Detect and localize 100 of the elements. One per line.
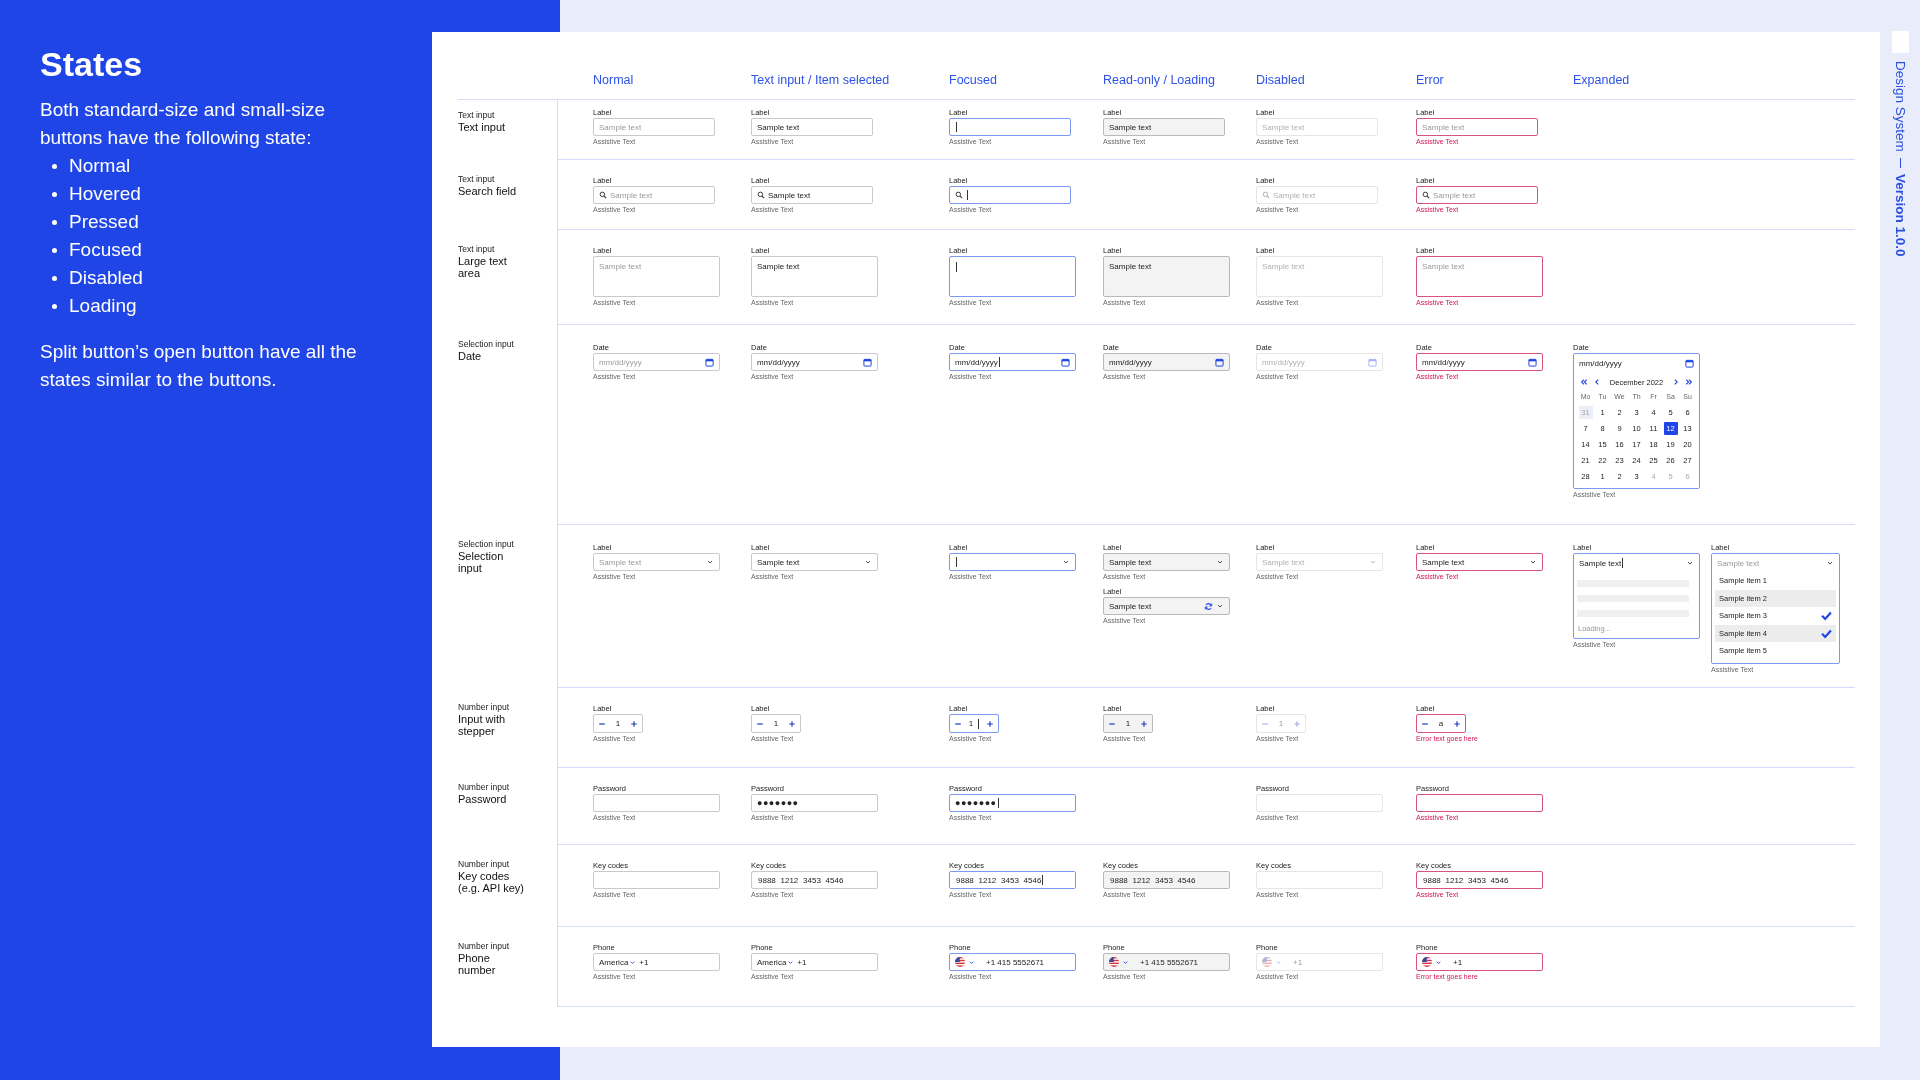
list-item: Loading <box>69 294 137 318</box>
date-field[interactable]: mm/dd/yyyy <box>1416 353 1543 371</box>
text-field[interactable]: Sample text <box>1103 118 1225 136</box>
number-stepper[interactable]: 1 <box>1103 714 1153 733</box>
calendar-icon <box>1215 357 1224 367</box>
row-title: Selection input <box>458 550 505 574</box>
bullet-icon <box>52 219 57 225</box>
text-field[interactable]: Sample text <box>751 118 873 136</box>
chevron-right-icon[interactable] <box>1672 378 1680 386</box>
bullet-icon <box>52 247 57 253</box>
text-area[interactable]: Sample text <box>1103 256 1230 297</box>
text-cursor <box>997 798 999 808</box>
plus-icon[interactable] <box>1453 719 1461 728</box>
chevron-down-icon <box>706 558 714 566</box>
key-code-field[interactable]: 9888 1212 3453 4546 <box>1103 871 1230 889</box>
search-icon <box>1262 191 1270 199</box>
column-header: Error <box>1416 73 1445 87</box>
select-field[interactable] <box>949 553 1076 571</box>
select-field[interactable]: Sample text <box>1416 553 1543 571</box>
column-header: Normal <box>593 73 635 87</box>
chevron-left-icon[interactable] <box>1593 378 1601 386</box>
date-field[interactable]: mm/dd/yyyy <box>949 353 1076 371</box>
row-title: Input with stepper <box>458 713 507 737</box>
plus-icon[interactable] <box>630 719 638 728</box>
row-category: Number input <box>458 702 511 712</box>
double-chevron-right-icon[interactable] <box>1685 378 1693 386</box>
flag-icon[interactable] <box>1422 957 1432 967</box>
key-code-field[interactable] <box>593 871 720 889</box>
list-item: Hovered <box>69 182 141 206</box>
double-chevron-left-icon[interactable] <box>1580 378 1588 386</box>
text-cursor <box>956 262 957 272</box>
row-category: Text input <box>458 174 496 184</box>
phone-field[interactable]: America +1 <box>593 953 720 971</box>
column-header: Focused <box>949 73 998 87</box>
password-field[interactable] <box>1416 794 1543 812</box>
text-cursor <box>956 122 957 132</box>
country-select[interactable]: America <box>599 957 637 967</box>
phone-field[interactable]: America +1 <box>751 953 878 971</box>
search-field[interactable]: Sample text <box>751 186 873 204</box>
search-icon <box>955 191 963 199</box>
text-field[interactable] <box>949 118 1071 136</box>
chevron-down-icon <box>1529 558 1537 566</box>
text-cursor <box>956 557 957 567</box>
select-field[interactable]: Sample text <box>751 553 878 571</box>
date-field[interactable]: mm/dd/yyyy <box>1103 353 1230 371</box>
column-header: Text input / Item selected <box>751 73 891 87</box>
calendar-icon <box>863 357 872 367</box>
phone-field[interactable]: +1 415 5552671 <box>1103 953 1230 971</box>
flag-icon[interactable] <box>955 957 965 967</box>
flag-icon[interactable] <box>1109 957 1119 967</box>
key-code-field[interactable]: 9888 1212 3453 4546 <box>751 871 878 889</box>
plus-icon[interactable] <box>986 719 994 728</box>
key-code-field[interactable]: 9888 1212 3453 4546 <box>1416 871 1543 889</box>
phone-field[interactable]: +1 <box>1416 953 1543 971</box>
row-category: Text input <box>458 244 496 254</box>
row-title: Large text area <box>458 255 508 279</box>
calendar-icon <box>1061 357 1070 367</box>
bullet-icon <box>52 191 57 197</box>
text-cursor <box>998 357 1000 367</box>
password-field[interactable] <box>593 794 720 812</box>
text-cursor <box>1622 558 1624 568</box>
chevron-down-icon <box>629 958 637 966</box>
number-stepper[interactable]: 1 <box>593 714 643 733</box>
select-field[interactable]: Sample text <box>1103 597 1230 615</box>
text-cursor <box>1042 875 1044 885</box>
number-stepper[interactable]: 1 <box>949 714 999 733</box>
calendar-icon <box>1528 357 1537 367</box>
column-header: Disabled <box>1256 73 1306 87</box>
select-field[interactable]: Sample text <box>1103 553 1230 571</box>
row-title: Key codes (e.g. API key) <box>458 870 526 894</box>
text-area[interactable] <box>949 256 1076 297</box>
search-icon <box>1422 191 1430 199</box>
page-title: States <box>40 44 144 84</box>
text-area[interactable]: Sample text <box>751 256 878 297</box>
date-field[interactable]: mm/dd/yyyy <box>751 353 878 371</box>
plus-icon[interactable] <box>788 719 796 728</box>
chevron-down-icon <box>1369 558 1377 566</box>
plus-icon[interactable] <box>1140 719 1148 728</box>
row-title: Phone number <box>458 952 497 976</box>
note-text: Split button’s open button have all the states similar to the buttons. <box>40 340 358 392</box>
search-icon <box>757 191 765 199</box>
number-stepper[interactable]: 1 <box>751 714 801 733</box>
list-item: Focused <box>69 238 142 262</box>
row-category: Selection input <box>458 339 515 349</box>
column-header: Read-only / Loading <box>1103 73 1216 87</box>
chevron-down-icon <box>864 558 872 566</box>
phone-field[interactable]: +1 415 5552671 <box>949 953 1076 971</box>
list-item: Pressed <box>69 210 139 234</box>
search-field[interactable] <box>949 186 1071 204</box>
row-title: Search field <box>458 185 518 197</box>
number-stepper[interactable]: a <box>1416 714 1466 733</box>
password-field[interactable]: ●●●●●●● <box>751 794 878 812</box>
row-category: Selection input <box>458 539 515 549</box>
text-cursor <box>967 190 968 200</box>
key-code-field[interactable]: 9888 1212 3453 4546 <box>949 871 1076 889</box>
country-select[interactable]: America <box>757 957 795 967</box>
list-item: Disabled <box>69 266 143 290</box>
chevron-down-icon <box>1062 558 1070 566</box>
document-title: Design System <box>1892 61 1908 152</box>
password-field[interactable]: ●●●●●●● <box>949 794 1076 812</box>
